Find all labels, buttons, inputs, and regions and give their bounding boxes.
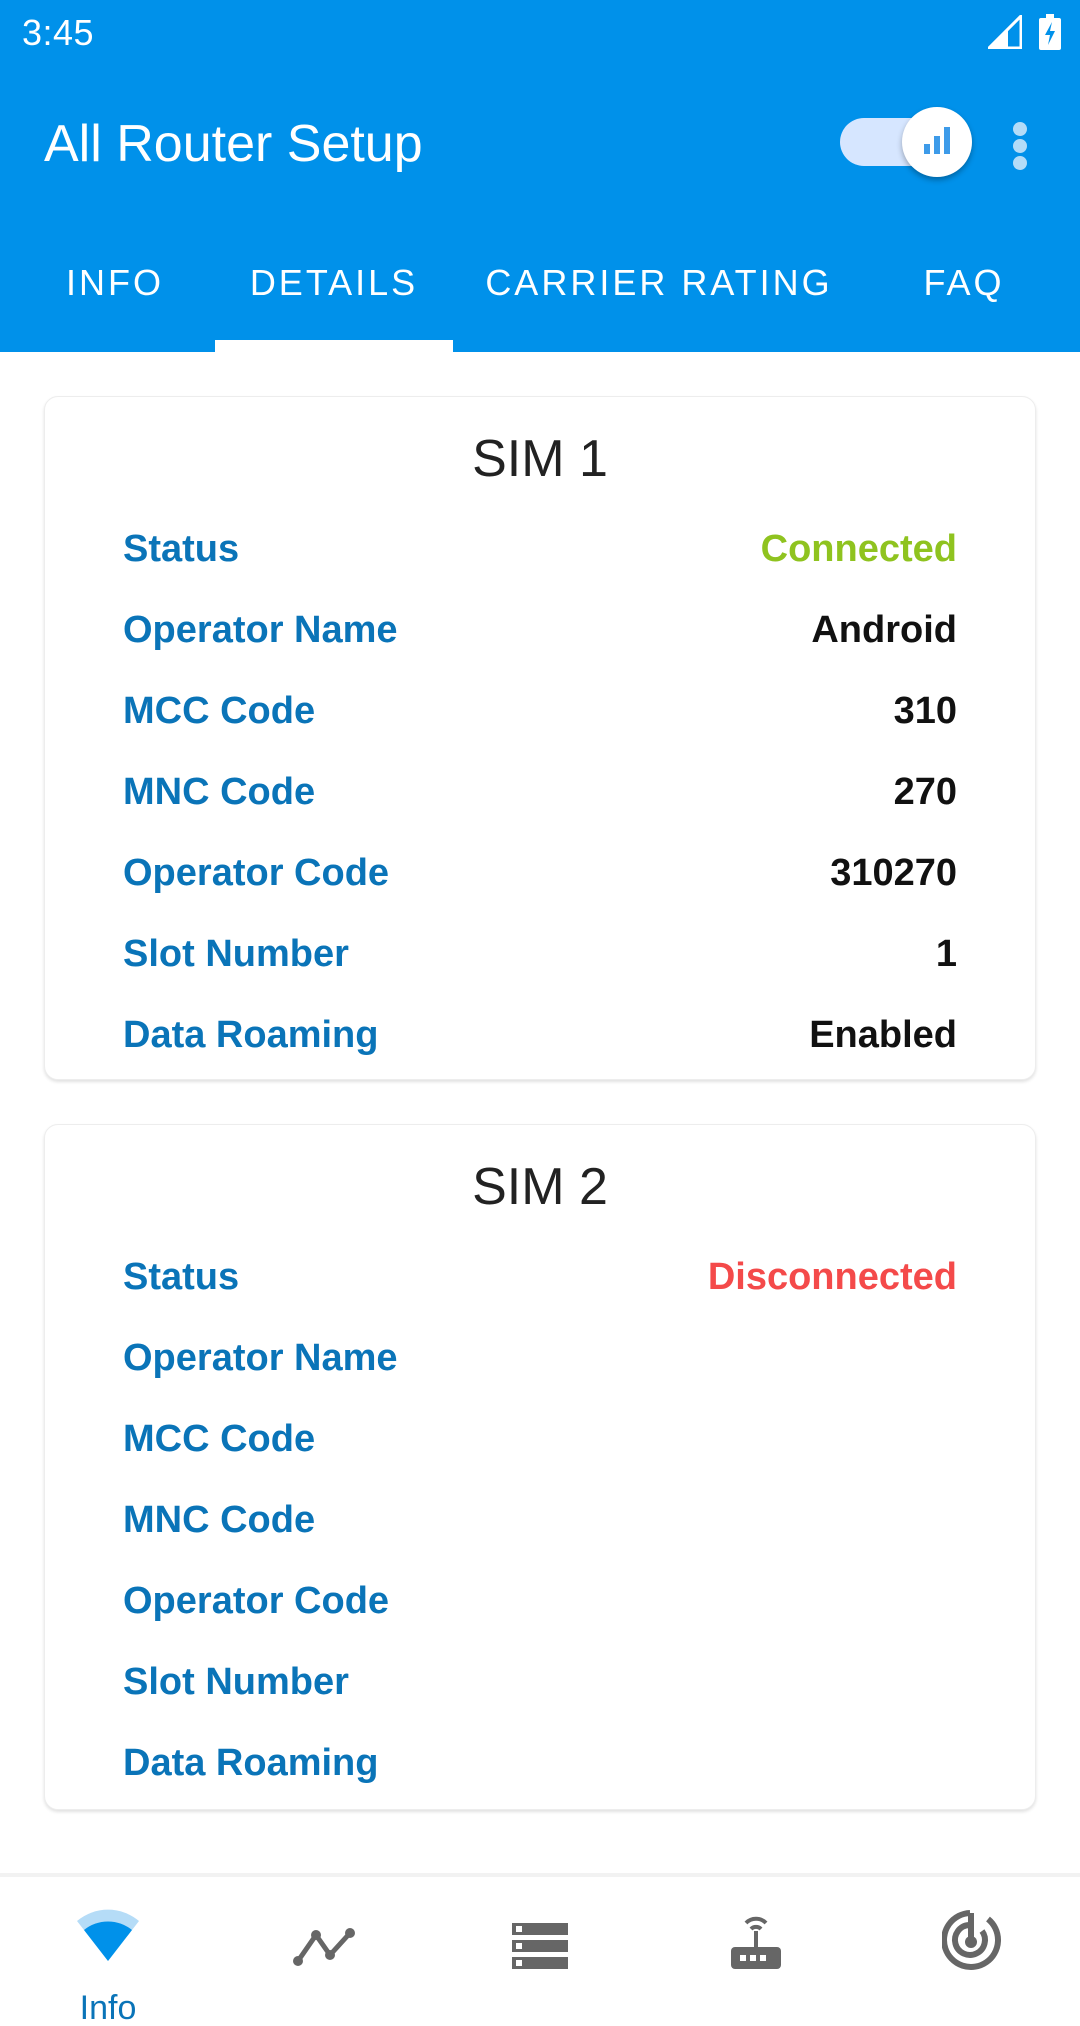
nav-item-radar[interactable] [864,1877,1080,2026]
sim2-row-slot-number: Slot Number [123,1657,957,1707]
status-value: Disconnected [707,1255,957,1298]
row-label: Operator Code [123,1579,390,1622]
row-label: Operator Name [123,1336,398,1379]
row-label: MCC Code [123,1417,316,1460]
sim2-row-status: Status Disconnected [123,1252,957,1302]
radar-icon [941,1909,1002,1976]
nav-item-list[interactable] [432,1877,648,2026]
row-value: 310270 [830,851,957,894]
sim2-row-mcc: MCC Code [123,1414,957,1464]
status-icons [985,12,1062,55]
status-time: 3:45 [22,12,95,53]
row-value: Android [811,608,957,651]
sim1-card: SIM 1 Status Connected Operator Name And… [44,396,1036,1080]
battery-charging-icon [1038,14,1062,55]
router-icon [730,1913,782,1974]
row-label: Operator Code [123,851,390,894]
sim1-row-data-roaming: Data Roaming Enabled [123,1010,957,1060]
nav-item-info[interactable]: Info [0,1877,216,2026]
row-label: MNC Code [123,770,316,813]
row-label: Slot Number [123,932,349,975]
tab-info[interactable]: INFO [40,240,190,352]
tab-faq[interactable]: FAQ [900,240,1028,352]
chart-line-icon [292,1927,356,1972]
sim1-row-operator-code: Operator Code 310270 [123,848,957,898]
sim2-row-data-roaming: Data Roaming [123,1738,957,1788]
signal-bars-icon [921,124,953,161]
app-bar: 3:45 All Router Setup INFO DETAILS CARRI… [0,0,1080,352]
sim1-row-slot-number: Slot Number 1 [123,929,957,979]
app-title: All Router Setup [44,115,423,173]
nav-label-info: Info [79,1989,137,2026]
row-label: Slot Number [123,1660,349,1703]
row-label: MNC Code [123,1498,316,1541]
status-value: Connected [760,527,957,570]
sim1-row-mnc: MNC Code 270 [123,767,957,817]
toggle-knob[interactable] [902,107,972,177]
row-label: MCC Code [123,689,316,732]
row-label: Status [123,527,240,570]
row-label: Status [123,1255,240,1298]
row-value: 1 [935,932,957,975]
sim1-row-status: Status Connected [123,524,957,574]
row-label: Data Roaming [123,1013,379,1056]
bottom-nav: Info [0,1873,1080,2026]
tab-indicator [215,340,453,352]
row-value: Enabled [809,1013,957,1056]
tab-carrier-rating[interactable]: CARRIER RATING [470,240,848,352]
sim1-title: SIM 1 [472,430,608,488]
sim2-row-operator-code: Operator Code [123,1576,957,1626]
row-label: Operator Name [123,608,398,651]
cell-signal-icon [985,12,1023,54]
sim2-card: SIM 2 Status Disconnected Operator Name … [44,1124,1036,1810]
row-label: Data Roaming [123,1741,379,1784]
tab-details[interactable]: DETAILS [215,240,453,352]
sim1-row-operator-name: Operator Name Android [123,605,957,655]
sim2-row-operator-name: Operator Name [123,1333,957,1383]
tab-bar: INFO DETAILS CARRIER RATING FAQ [0,240,1080,352]
nav-item-router[interactable] [648,1877,864,2026]
row-value: 270 [893,770,957,813]
nav-item-chart[interactable] [216,1877,432,2026]
server-list-icon [512,1923,568,1974]
more-vert-icon[interactable] [1000,116,1040,176]
row-value: 310 [893,689,957,732]
sim2-title: SIM 2 [472,1158,608,1216]
sim1-row-mcc: MCC Code 310 [123,686,957,736]
wifi-icon [75,1909,141,1968]
sim2-row-mnc: MNC Code [123,1495,957,1545]
signal-toggle[interactable] [840,107,972,177]
